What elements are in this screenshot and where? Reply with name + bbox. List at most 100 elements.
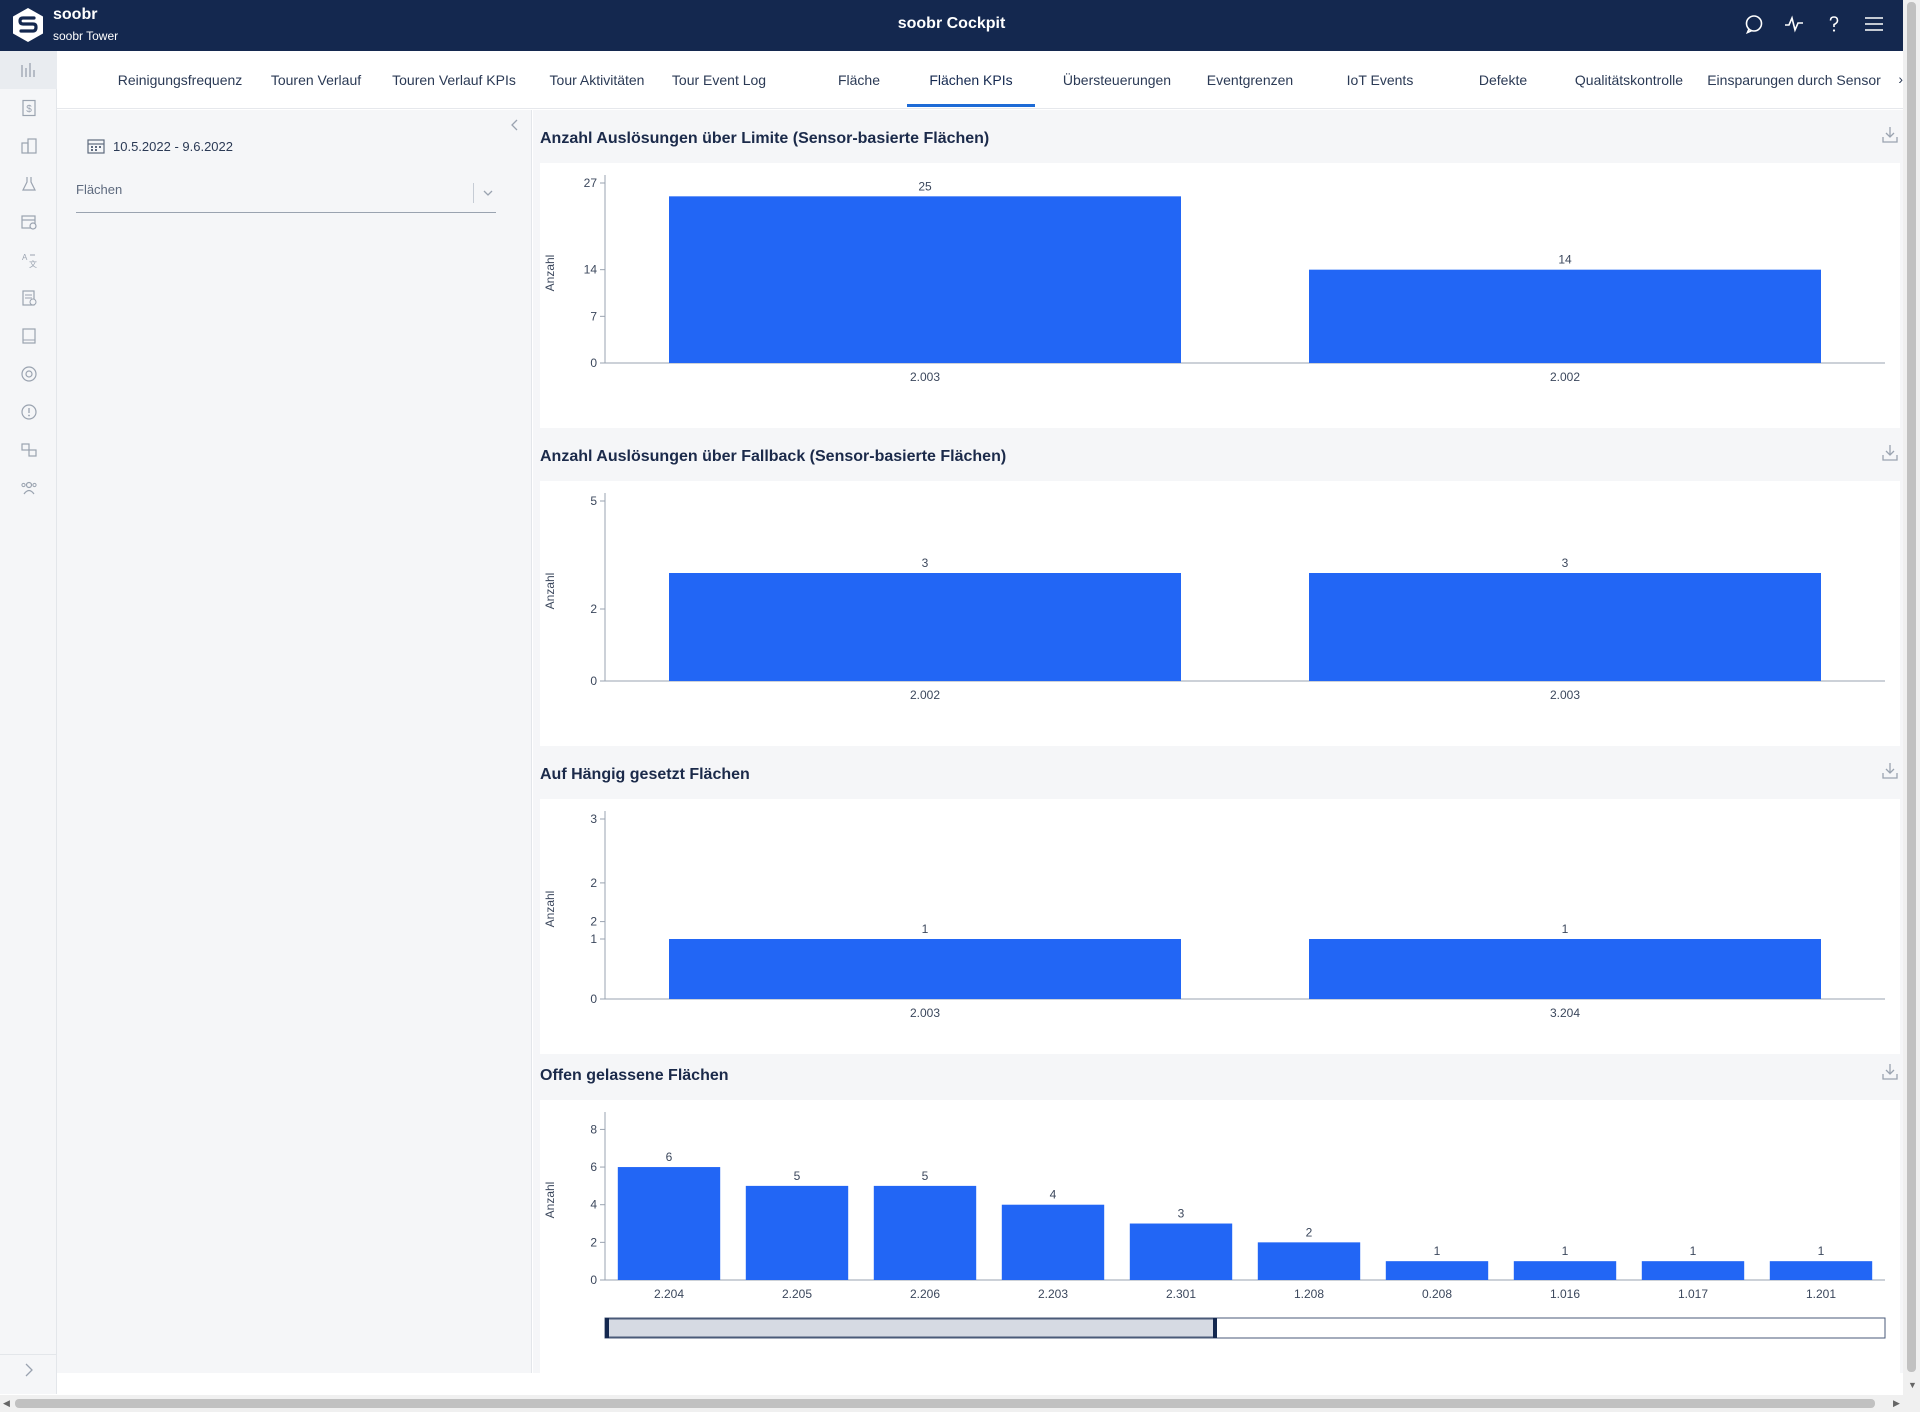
bar xyxy=(745,1185,849,1280)
y-tick-label: 0 xyxy=(590,356,597,370)
bar-value-label: 4 xyxy=(1050,1188,1057,1202)
calendar-clock-icon[interactable] xyxy=(0,203,57,241)
tab-flaeche[interactable]: Fläche xyxy=(809,51,909,109)
chevron-left-icon xyxy=(511,119,518,131)
bar xyxy=(669,939,1181,999)
areas-select[interactable]: Flächen xyxy=(76,177,496,213)
tab-qualitaetskontrolle[interactable]: Qualitätskontrolle xyxy=(1559,51,1699,109)
chat-icon[interactable] xyxy=(1743,13,1765,35)
x-tick-label: 2.003 xyxy=(910,370,940,384)
x-tick-label: 2.206 xyxy=(910,1287,940,1301)
bar xyxy=(669,196,1181,363)
tab-tour-event-log[interactable]: Tour Event Log xyxy=(659,51,779,109)
y-tick-label: 6 xyxy=(590,1160,597,1174)
bar-value-label: 1 xyxy=(1690,1244,1697,1258)
building-icon[interactable] xyxy=(0,127,57,165)
users-icon[interactable] xyxy=(0,469,57,507)
download-icon[interactable] xyxy=(1882,1063,1898,1086)
range-slider-handle-right[interactable] xyxy=(1213,1318,1217,1338)
bar-chart-icon[interactable] xyxy=(0,51,57,89)
range-slider-handle-left[interactable] xyxy=(605,1318,609,1338)
bar-chart-fallback: 0 2 5 Anzahl 3 2.002 3 2.003 xyxy=(543,493,1885,702)
chart-plot: 0 2 5 Anzahl 3 2.002 3 2.003 xyxy=(540,481,1900,746)
bar-value-label: 1 xyxy=(922,922,929,936)
svg-text:A: A xyxy=(22,253,28,262)
activity-icon[interactable] xyxy=(1783,13,1805,35)
chart-card-open: Offen gelassene Flächen 0 2 4 6 8 Anzahl 6 2.20… xyxy=(540,1064,1900,1373)
bar-value-label: 3 xyxy=(1178,1207,1185,1221)
tab-uebersteuerungen[interactable]: Übersteuerungen xyxy=(1039,51,1195,109)
download-icon[interactable] xyxy=(1882,762,1898,785)
x-tick-label: 2.204 xyxy=(654,1287,684,1301)
translate-icon[interactable]: A文 xyxy=(0,241,57,279)
tab-touren-verlauf[interactable]: Touren Verlauf xyxy=(253,51,379,109)
tablet-icon[interactable] xyxy=(0,317,57,355)
y-tick-label: 8 xyxy=(590,1122,597,1136)
y-tick-label: 4 xyxy=(590,1198,597,1212)
download-icon[interactable] xyxy=(1882,444,1898,467)
help-icon[interactable] xyxy=(1823,13,1845,35)
bar-value-label: 5 xyxy=(922,1169,929,1183)
vertical-scroll-thumb[interactable] xyxy=(1907,2,1916,1372)
bar-value-label: 3 xyxy=(1562,556,1569,570)
chevron-down-icon[interactable] xyxy=(482,185,494,203)
menu-icon[interactable] xyxy=(1863,13,1885,35)
bar-value-label: 1 xyxy=(1562,922,1569,936)
alert-icon[interactable] xyxy=(0,393,57,431)
tab-bar: Reinigungsfrequenz Touren Verlauf Touren… xyxy=(57,51,1903,109)
x-tick-label: 1.201 xyxy=(1806,1287,1836,1301)
expand-rail-button[interactable] xyxy=(0,1354,57,1384)
y-axis-label: Anzahl xyxy=(543,891,557,928)
vertical-scrollbar[interactable]: ▼ xyxy=(1903,0,1920,1395)
bar xyxy=(617,1167,721,1280)
filter-panel: 10.5.2022 - 9.6.2022 Flächen xyxy=(57,110,532,1373)
scroll-left-icon[interactable]: ◀ xyxy=(3,1398,10,1409)
x-tick-label: 2.002 xyxy=(1550,370,1580,384)
flask-icon[interactable] xyxy=(0,165,57,203)
scroll-down-icon[interactable]: ▼ xyxy=(1908,1380,1917,1390)
y-axis-label: Anzahl xyxy=(543,1182,557,1219)
y-tick-label: 0 xyxy=(590,674,597,688)
top-bar: soobr soobr Tower soobr Cockpit xyxy=(0,0,1903,51)
tab-iot-events[interactable]: IoT Events xyxy=(1315,51,1445,109)
y-tick-label: 2 xyxy=(590,602,597,616)
y-tick-label: 5 xyxy=(590,494,597,508)
chart-plot: 0 1 2 2 3 Anzahl 1 2.003 1 3.204 xyxy=(540,799,1900,1054)
x-tick-label: 2.205 xyxy=(782,1287,812,1301)
y-tick-label: 14 xyxy=(584,263,598,277)
y-tick-label: 0 xyxy=(590,1273,597,1287)
download-icon[interactable] xyxy=(1882,126,1898,149)
app-title: soobr Cockpit xyxy=(897,15,1006,32)
swap-icon[interactable] xyxy=(0,431,57,469)
bar-value-label: 1 xyxy=(1434,1244,1441,1258)
x-tick-label: 1.017 xyxy=(1678,1287,1708,1301)
y-tick-label: 3 xyxy=(590,812,597,826)
tab-eventgrenzen[interactable]: Eventgrenzen xyxy=(1185,51,1315,109)
svg-text:$: $ xyxy=(26,104,32,115)
target-icon[interactable] xyxy=(0,355,57,393)
y-tick-label: 7 xyxy=(590,309,597,323)
tab-flaechen-kpis[interactable]: Flächen KPIs xyxy=(907,51,1035,109)
chart-title: Anzahl Auslösungen über Fallback (Sensor… xyxy=(540,448,1007,465)
bar xyxy=(1385,1261,1489,1280)
collapse-panel-button[interactable] xyxy=(509,118,519,137)
bar-value-label: 1 xyxy=(1562,1244,1569,1258)
tab-tour-aktivitaeten[interactable]: Tour Aktivitäten xyxy=(527,51,667,109)
y-tick-label: 2 xyxy=(590,1235,597,1249)
bar-value-label: 5 xyxy=(794,1169,801,1183)
tab-touren-verlauf-kpis[interactable]: Touren Verlauf KPIs xyxy=(376,51,532,109)
bar-chart-limit: 0 7 14 27 Anzahl 25 2.003 14 2.002 xyxy=(543,175,1885,384)
tab-defekte[interactable]: Defekte xyxy=(1453,51,1553,109)
scroll-right-icon[interactable]: ▶ xyxy=(1893,1398,1900,1409)
tab-reinigungsfrequenz[interactable]: Reinigungsfrequenz xyxy=(95,51,265,109)
date-range-picker[interactable]: 10.5.2022 - 9.6.2022 xyxy=(87,138,233,154)
tab-einsparungen-durch-sensor[interactable]: Einsparungen durch Sensor xyxy=(1695,51,1893,109)
x-tick-label: 2.003 xyxy=(910,1006,940,1020)
dollar-icon[interactable]: $ xyxy=(0,89,57,127)
report-icon[interactable] xyxy=(0,279,57,317)
x-tick-label: 2.301 xyxy=(1166,1287,1196,1301)
x-tick-label: 0.208 xyxy=(1422,1287,1452,1301)
chart-card-pending: Auf Hängig gesetzt Flächen 0 1 2 2 3 Anzahl 1 2… xyxy=(540,763,1900,1066)
horizontal-scrollbar[interactable]: ◀ ▶ xyxy=(0,1395,1920,1412)
horizontal-scroll-thumb[interactable] xyxy=(15,1399,1875,1408)
